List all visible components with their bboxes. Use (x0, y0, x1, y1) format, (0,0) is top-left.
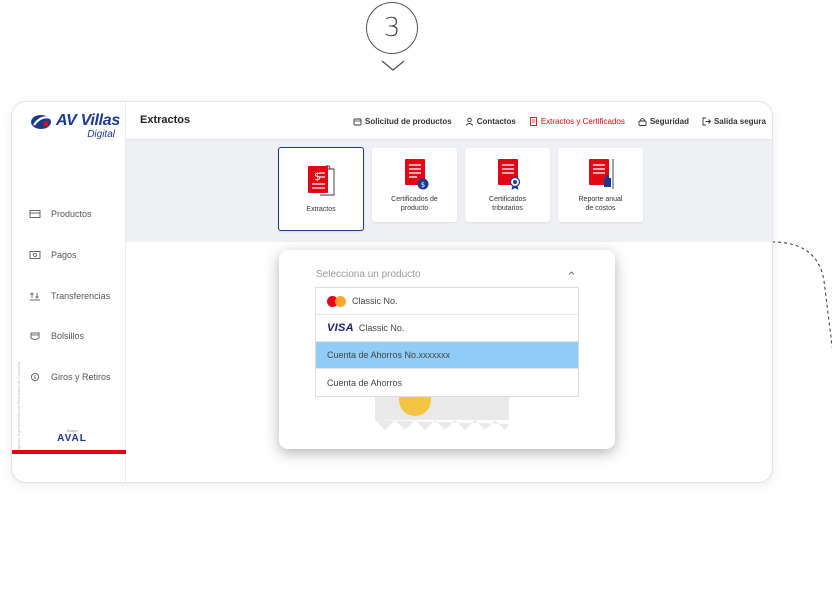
tax-certificate-icon (497, 159, 520, 190)
product-certificate-icon: $ (404, 159, 428, 190)
sidebar-item-bolsillos[interactable]: Bolsillos (12, 316, 126, 357)
brand-logo-mark-icon (31, 115, 51, 129)
product-select-panel: Selecciona un producto Classic No. VISA … (279, 250, 615, 449)
withdraw-icon: $ (29, 372, 41, 382)
sidebar-item-pagos[interactable]: Pagos (12, 235, 126, 276)
title-underline (140, 135, 166, 148)
dashed-connector (772, 241, 832, 350)
option-cuenta-ahorros[interactable]: Cuenta de Ahorros (316, 369, 578, 396)
chevron-down-icon (381, 60, 405, 71)
menu-salida-segura[interactable]: Salida segura (702, 117, 766, 126)
menu-label: Extractos y Certificados (540, 117, 625, 126)
menu-label: Salida segura (713, 117, 766, 126)
menu-label: Solicitud de productos (365, 117, 452, 126)
step-number-label: 3 (383, 13, 401, 43)
card-label-line1: Certificados de (391, 196, 438, 203)
statement-icon: $ (308, 165, 335, 196)
card-reporte-anual-costos[interactable]: Reporte anual de costos (558, 148, 643, 222)
brand-name: AV Villas (56, 112, 120, 129)
option-label: Classic No. (358, 323, 405, 333)
sidebar-item-label: Productos (51, 209, 92, 220)
product-dropdown: Classic No. VISA Classic No. Cuenta de A… (315, 287, 579, 397)
brand-logo[interactable]: AV Villas Digital (30, 112, 120, 146)
wallet-icon (29, 209, 41, 219)
annual-report-icon (588, 159, 613, 189)
mastercard-icon (327, 295, 346, 307)
card-label: Certificados de producto (391, 195, 438, 213)
sidebar-item-giros-y-retiros[interactable]: $ Giros y Retiros (12, 357, 126, 398)
chevron-up-icon[interactable] (567, 269, 576, 277)
option-label: Cuenta de Ahorros (327, 377, 403, 388)
sidebar: AV Villas Digital Productos Pagos Transf… (12, 102, 126, 482)
regulatory-note: Vigilado Superintendencia Financiera de … (16, 362, 21, 452)
lock-icon (638, 117, 647, 126)
card-label: Certificados tributarios (489, 195, 526, 213)
menu-contactos[interactable]: Contactos (465, 117, 516, 126)
app-window: AV Villas Digital Productos Pagos Transf… (12, 102, 772, 482)
card-label-line1: Extractos (306, 206, 336, 213)
menu-extractos-certificados[interactable]: Extractos y Certificados (529, 117, 625, 126)
group-aval-name: AVAL (57, 433, 87, 444)
menu-label: Seguridad (649, 117, 689, 126)
group-aval-logo: Grupo AVAL (52, 428, 92, 446)
card-label-line2: de costos (585, 205, 616, 212)
sidebar-accent-bar (12, 450, 126, 454)
sidebar-item-label: Transferencias (51, 290, 111, 301)
sidebar-item-transferencias[interactable]: Transferencias (12, 275, 126, 316)
card-label: Extractos (306, 205, 335, 214)
top-bar: Extractos Solicitud de productos Contact… (126, 102, 772, 148)
sidebar-item-productos[interactable]: Productos (12, 194, 126, 235)
card-label-line2: producto (400, 205, 429, 212)
visa-icon: VISA (327, 322, 354, 334)
card-extractos[interactable]: $ Extractos (278, 147, 364, 231)
transfer-icon (29, 291, 41, 301)
option-cuenta-ahorros-highlighted[interactable]: Cuenta de Ahorros No.xxxxxxx (316, 342, 578, 369)
card-label-line2: tributarios (492, 205, 523, 212)
document-icon (529, 117, 537, 126)
product-select-placeholder[interactable]: Selecciona un producto (316, 269, 421, 280)
sidebar-nav: Productos Pagos Transferencias Bolsillos… (12, 194, 126, 397)
card-label: Reporte anual de costos (579, 195, 623, 213)
svg-text:$: $ (420, 181, 424, 189)
option-visa-classic[interactable]: VISA Classic No. (316, 315, 578, 342)
document-type-cards: $ Extractos $ Certificados de producto C… (278, 147, 643, 231)
receipt-illustration (375, 396, 509, 430)
page-title: Extractos (140, 114, 191, 126)
pocket-icon (29, 331, 41, 341)
user-icon (465, 117, 474, 126)
top-menu: Solicitud de productos Contactos Extract… (353, 117, 766, 126)
card-certificados-tributarios[interactable]: Certificados tributarios (465, 148, 550, 222)
sidebar-item-label: Pagos (51, 250, 77, 261)
menu-seguridad[interactable]: Seguridad (638, 117, 689, 126)
option-label: Cuenta de Ahorros No.xxxxxxx (327, 350, 451, 360)
sidebar-item-label: Giros y Retiros (51, 372, 111, 383)
card-label-line1: Reporte anual (578, 196, 623, 203)
main-content: $ Extractos $ Certificados de producto C… (126, 140, 772, 482)
menu-label: Contactos (476, 117, 516, 126)
option-mastercard-classic[interactable]: Classic No. (316, 288, 578, 315)
bag-icon (353, 118, 362, 126)
bill-icon (29, 250, 41, 260)
card-label-line1: Certificados (489, 196, 526, 203)
card-certificados-producto[interactable]: $ Certificados de producto (372, 148, 457, 222)
step-number: 3 (366, 2, 418, 54)
brand-sub: Digital (87, 129, 115, 140)
sidebar-item-label: Bolsillos (51, 331, 85, 342)
logout-icon (702, 117, 711, 126)
svg-text:$: $ (33, 375, 36, 381)
menu-solicitud-productos[interactable]: Solicitud de productos (353, 117, 452, 126)
option-label: Classic No. (352, 296, 398, 306)
